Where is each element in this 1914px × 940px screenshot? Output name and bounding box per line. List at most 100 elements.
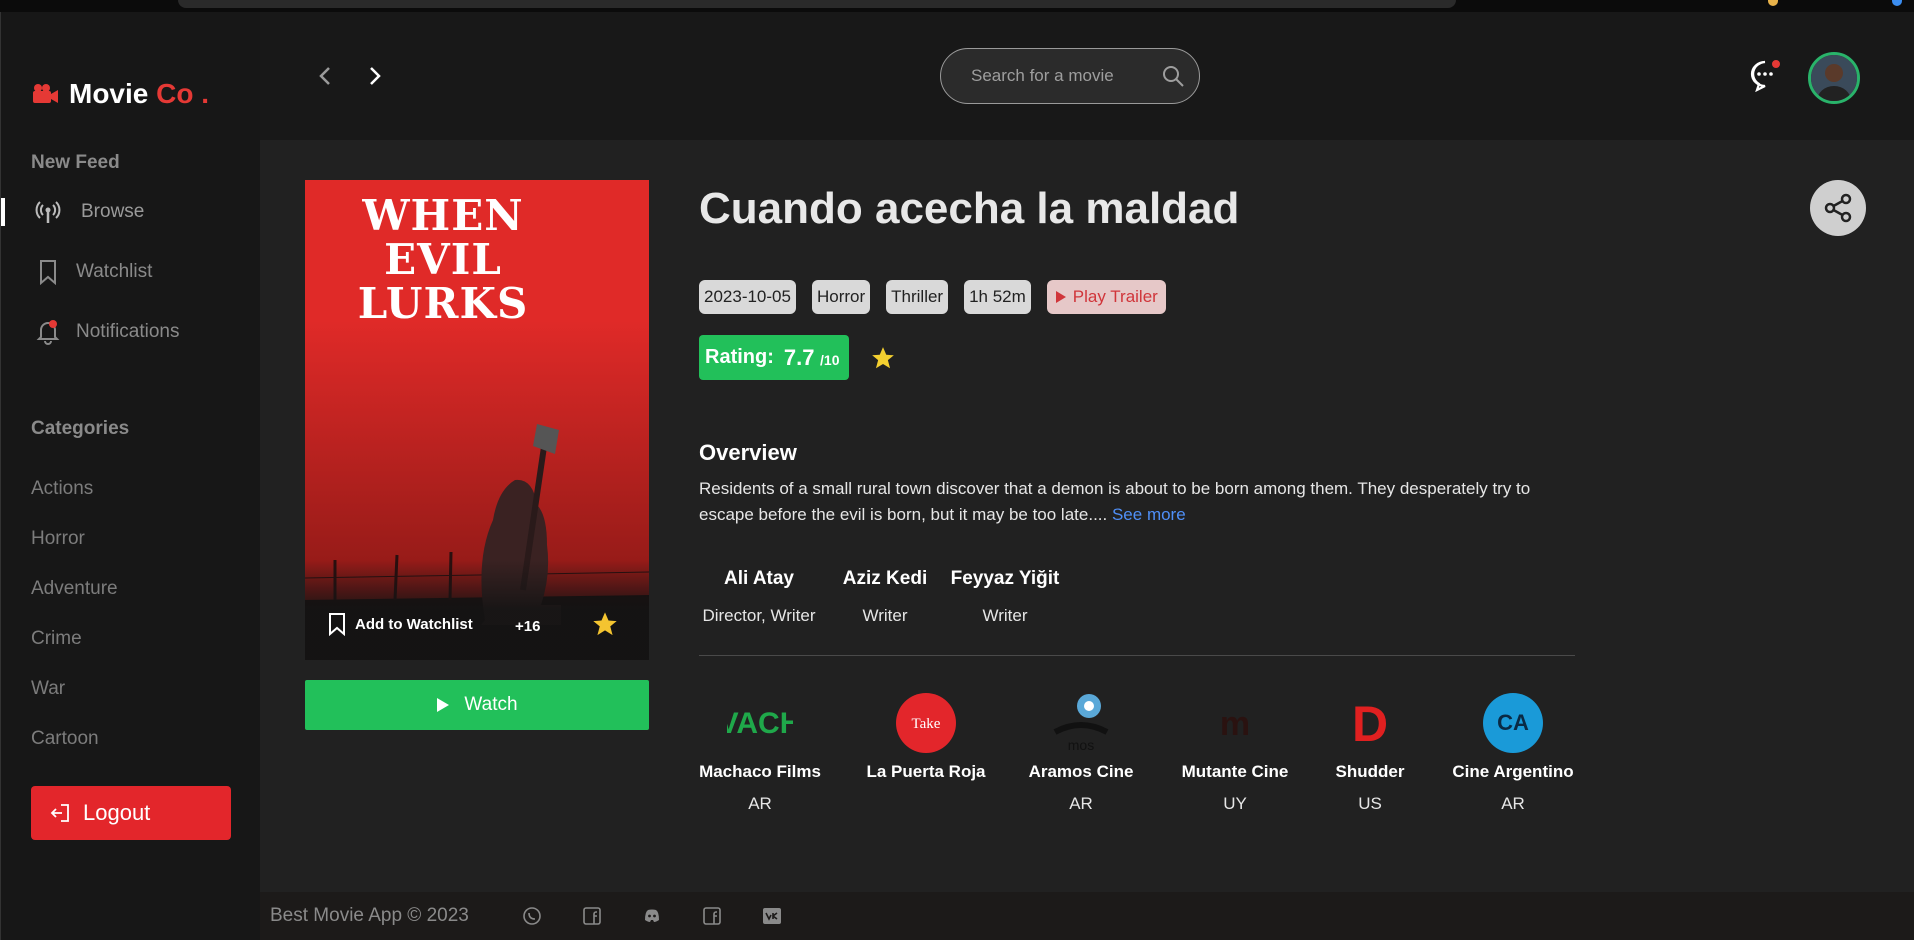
company-logo: D: [1337, 690, 1403, 756]
svg-text:CA: CA: [1497, 710, 1529, 735]
bell-icon: [36, 320, 60, 345]
crew-role: Writer: [982, 606, 1028, 625]
sidebar-item-browse[interactable]: Browse: [1, 192, 261, 232]
play-trailer-button[interactable]: Play Trailer: [1046, 280, 1166, 314]
play-icon: [1055, 291, 1066, 303]
rating-max: /10: [820, 351, 840, 368]
share-button[interactable]: [1810, 180, 1866, 236]
add-to-watchlist-label: Add to Watchlist: [355, 615, 473, 633]
company-logo: m: [1202, 690, 1268, 756]
logo-text: Movie Co .: [69, 78, 210, 109]
company-logo-image: Take: [896, 693, 956, 753]
category-adventure[interactable]: Adventure: [31, 578, 118, 600]
svg-text:Take: Take: [912, 716, 941, 732]
production-company[interactable]: CA Cine Argentino AR: [1447, 690, 1579, 814]
company-name: La Puerta Roja: [866, 762, 986, 781]
vk-icon[interactable]: [762, 906, 782, 926]
rating-badge: Rating: 7.7 /10: [699, 335, 849, 380]
company-logo: CA: [1480, 690, 1546, 756]
avatar[interactable]: [1808, 52, 1860, 104]
star-icon[interactable]: [591, 610, 619, 638]
crew-name: Feyyaz Yiğit: [950, 568, 1060, 589]
production-company[interactable]: VACH Machaco Films AR: [699, 690, 821, 814]
genre-tag[interactable]: Thriller: [886, 280, 949, 314]
facebook-icon[interactable]: [582, 906, 602, 926]
company-country: UY: [1223, 794, 1247, 813]
app-window: Movie Co . New Feed Browse Watchlist Not…: [0, 0, 1914, 940]
production-company[interactable]: mos Aramos Cine AR: [1026, 690, 1136, 814]
crew-name: Aziz Kedi: [842, 568, 928, 589]
svg-text:VACH: VACH: [727, 707, 793, 740]
watch-button[interactable]: Watch: [305, 680, 649, 730]
crew-member[interactable]: Ali Atay Director, Writer: [699, 568, 819, 626]
poster-controls: Add to Watchlist +16: [305, 608, 649, 642]
search-box: [940, 48, 1200, 104]
crew-member[interactable]: Feyyaz Yiğit Writer: [943, 568, 1067, 626]
runtime-tag: 1h 52m: [964, 280, 1031, 314]
production-company[interactable]: Take La Puerta Roja: [865, 690, 987, 794]
watch-label: Watch: [464, 694, 518, 715]
logout-button[interactable]: Logout: [31, 786, 231, 840]
production-company[interactable]: m Mutante Cine UY: [1177, 690, 1293, 814]
release-date-tag: 2023-10-05: [699, 280, 796, 314]
category-actions[interactable]: Actions: [31, 478, 93, 500]
add-to-watchlist-button[interactable]: Add to Watchlist: [327, 612, 473, 636]
search-input[interactable]: [971, 66, 1151, 86]
browser-strip: [0, 0, 1914, 12]
whatsapp-icon[interactable]: [522, 906, 542, 926]
rating-value: 7.7: [783, 344, 815, 370]
svg-text:m: m: [1220, 705, 1250, 743]
chat-icon[interactable]: [1748, 58, 1784, 92]
overview-title: Overview: [699, 440, 797, 465]
movie-title: Cuando acecha la maldad: [699, 184, 1240, 233]
company-name: Mutante Cine: [1181, 762, 1289, 781]
star-icon[interactable]: [870, 345, 896, 371]
sidebar-item-label: Watchlist: [76, 261, 153, 282]
logout-label: Logout: [83, 800, 151, 825]
company-country: AR: [748, 794, 772, 813]
chevron-left-icon[interactable]: [314, 62, 338, 90]
svg-text:mos: mos: [1068, 737, 1094, 753]
category-cartoon[interactable]: Cartoon: [31, 728, 99, 750]
topbar: [260, 12, 1914, 140]
play-trailer-label: Play Trailer: [1072, 287, 1158, 306]
company-logo: VACH: [727, 690, 793, 756]
company-name: Shudder: [1335, 762, 1405, 781]
divider: [699, 655, 1575, 656]
company-logo-image: CA: [1483, 693, 1543, 753]
logout-icon: [50, 804, 69, 822]
poster-title: WHEN EVIL LURKS: [357, 191, 529, 328]
company-name: Cine Argentino: [1452, 762, 1574, 781]
sidebar-item-watchlist[interactable]: Watchlist: [1, 252, 261, 292]
copyright-text: Best Movie App © 2023: [270, 905, 469, 926]
extension-icon[interactable]: [1892, 0, 1902, 6]
bookmark-icon: [329, 613, 345, 636]
svg-text:D: D: [1352, 696, 1388, 752]
see-more-link[interactable]: See more: [1112, 505, 1186, 524]
crew-role: Writer: [862, 606, 908, 625]
company-country: AR: [1069, 794, 1093, 813]
company-logo-image: D: [1352, 696, 1388, 752]
movie-poster[interactable]: WHEN EVIL LURKS Add to Watchlist +16: [305, 180, 649, 660]
production-company[interactable]: D Shudder US: [1330, 690, 1410, 814]
browser-scrollbar[interactable]: [178, 0, 1456, 8]
sidebar-item-notifications[interactable]: Notifications: [1, 312, 261, 352]
chevron-right-icon[interactable]: [362, 62, 386, 90]
category-war[interactable]: War: [31, 678, 65, 700]
discord-icon[interactable]: [642, 906, 662, 926]
company-logo-image: VACH: [727, 707, 793, 740]
category-crime[interactable]: Crime: [31, 628, 82, 650]
logo[interactable]: Movie Co .: [31, 78, 209, 110]
company-logo: Take: [893, 690, 959, 756]
company-logo-image: mos: [1053, 694, 1109, 753]
crew-member[interactable]: Aziz Kedi Writer: [835, 568, 935, 626]
age-rating: +16: [515, 618, 541, 635]
broadcast-icon: [35, 201, 61, 223]
search-icon[interactable]: [1161, 64, 1185, 88]
facebook-icon[interactable]: [702, 906, 722, 926]
extension-icon[interactable]: [1768, 0, 1778, 6]
genre-tag[interactable]: Horror: [811, 280, 871, 314]
sidebar-item-label: Browse: [81, 201, 145, 222]
play-icon: [437, 698, 450, 712]
category-horror[interactable]: Horror: [31, 528, 85, 550]
